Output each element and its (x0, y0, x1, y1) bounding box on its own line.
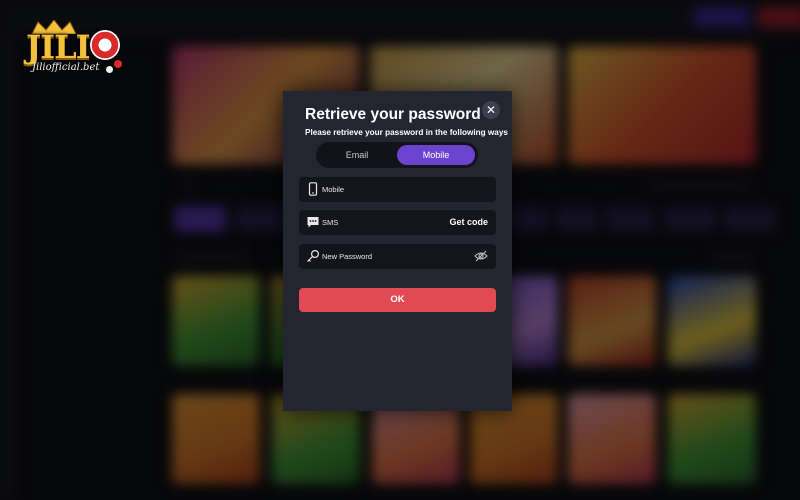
ok-button[interactable]: OK (299, 288, 496, 312)
recovery-method-tabs: Email Mobile (316, 142, 478, 168)
sms-field: Get code (299, 210, 496, 235)
tab-email[interactable]: Email (319, 145, 395, 165)
modal-subtitle: Please retrieve your password in the fol… (305, 128, 508, 137)
phone-icon (308, 182, 318, 196)
eye-off-icon[interactable] (474, 249, 488, 263)
mobile-field (299, 177, 496, 202)
mobile-input[interactable] (322, 177, 472, 202)
logo-tagline: Jiliofficial.bet (32, 62, 100, 73)
site-logo[interactable]: JILI Jiliofficial.bet (26, 20, 124, 78)
new-password-input[interactable] (322, 244, 472, 269)
dice-icon (106, 66, 113, 73)
new-password-field (299, 244, 496, 269)
tab-mobile[interactable]: Mobile (397, 145, 475, 165)
dice-icon (114, 60, 122, 68)
sms-code-input[interactable] (322, 210, 432, 235)
retrieve-password-modal: ✕ Retrieve your password Please retrieve… (283, 91, 512, 411)
get-code-button[interactable]: Get code (449, 210, 488, 235)
logo-wordmark: JILI (26, 28, 91, 66)
casino-chip-icon (90, 30, 120, 60)
sms-icon (307, 217, 319, 228)
modal-title: Retrieve your password (305, 106, 481, 123)
close-icon[interactable]: ✕ (482, 101, 500, 119)
key-icon (307, 249, 320, 262)
